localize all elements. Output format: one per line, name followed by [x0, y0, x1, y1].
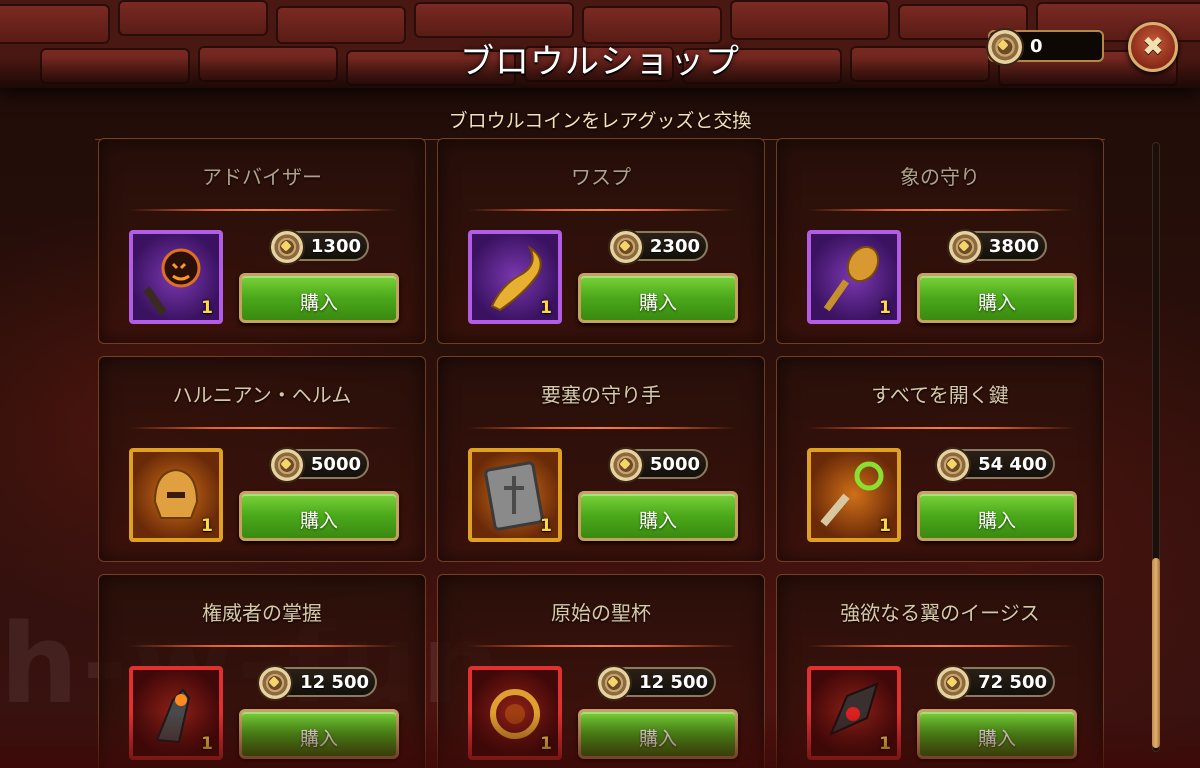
shop-item-card: 要塞の守り手 1 5000 購入: [437, 356, 765, 562]
buy-button[interactable]: 購入: [239, 273, 399, 323]
brawl-coin-icon: [935, 665, 971, 701]
price-amount: 1300: [310, 236, 361, 257]
coin-balance-value: 0: [1030, 36, 1043, 57]
item-name: ワスプ: [571, 165, 631, 189]
coin-balance: 0: [986, 28, 1104, 66]
price-amount: 12 500: [639, 672, 708, 693]
shop-item-card: 強欲なる翼のイージス 1 72 500 購入: [776, 574, 1104, 768]
shop-item-card: アドバイザー 1 1300 購入: [98, 138, 426, 344]
price-amount: 3800: [988, 236, 1039, 257]
item-price: 72 500: [935, 665, 1055, 701]
shop-subtitle: ブロウルコインをレアグッズと交換: [448, 110, 752, 132]
buy-button[interactable]: 購入: [917, 709, 1077, 759]
item-name: アドバイザー: [202, 165, 322, 189]
close-button[interactable]: ✖: [1128, 22, 1178, 72]
buy-button-label: 購入: [638, 292, 677, 314]
item-name: 権威者の掌握: [202, 601, 322, 625]
brawl-coin-icon: [608, 229, 644, 265]
shop-item-card: 原始の聖杯 1 12 500 購入: [437, 574, 765, 768]
buy-button-label: 購入: [638, 728, 677, 750]
item-name: すべてを開く鍵: [871, 383, 1009, 407]
greedy-wing-aegis-item-icon[interactable]: 1: [807, 666, 901, 760]
wasp-item-icon[interactable]: 1: [468, 230, 562, 324]
item-quantity: 1: [879, 734, 891, 754]
item-name: 象の守り: [900, 165, 980, 189]
buy-button[interactable]: 購入: [578, 273, 738, 323]
divider: [468, 209, 736, 211]
shop-item-card: すべてを開く鍵 1 54 400 購入: [776, 356, 1104, 562]
master-key-item-icon[interactable]: 1: [807, 448, 901, 542]
helm-item-icon[interactable]: 1: [129, 448, 223, 542]
advisor-item-icon[interactable]: 1: [129, 230, 223, 324]
item-name: 原始の聖杯: [551, 601, 651, 625]
buy-button[interactable]: 購入: [239, 709, 399, 759]
price-amount: 54 400: [978, 454, 1047, 475]
divider: [807, 427, 1075, 429]
price-amount: 5000: [310, 454, 361, 475]
price-amount: 5000: [649, 454, 700, 475]
buy-button[interactable]: 購入: [239, 491, 399, 541]
shop-item-card: 象の守り 1 3800 購入: [776, 138, 1104, 344]
item-price: 5000: [608, 447, 708, 483]
buy-button[interactable]: 購入: [917, 491, 1077, 541]
brawl-coin-icon: [986, 28, 1024, 66]
elephant-guard-item-icon[interactable]: 1: [807, 230, 901, 324]
buy-button-label: 購入: [638, 510, 677, 532]
item-name: 強欲なる翼のイージス: [840, 601, 1040, 625]
item-price: 3800: [947, 229, 1047, 265]
item-name: 要塞の守り手: [541, 383, 661, 407]
buy-button-label: 購入: [299, 510, 338, 532]
item-quantity: 1: [879, 298, 891, 318]
scrollbar-thumb[interactable]: [1152, 558, 1160, 748]
divider: [468, 645, 736, 647]
item-quantity: 1: [201, 734, 213, 754]
divider: [129, 209, 397, 211]
buy-button-label: 購入: [977, 728, 1016, 750]
buy-button[interactable]: 購入: [578, 491, 738, 541]
brawl-coin-icon: [608, 447, 644, 483]
item-price: 2300: [608, 229, 708, 265]
divider: [468, 427, 736, 429]
item-quantity: 1: [540, 298, 552, 318]
shop-item-card: ワスプ 1 2300 購入: [437, 138, 765, 344]
divider: [129, 427, 397, 429]
shop-item-card: 権威者の掌握 1 12 500 購入: [98, 574, 426, 768]
item-name: ハルニアン・ヘルム: [172, 383, 352, 407]
brawl-coin-icon: [269, 229, 305, 265]
item-price: 1300: [269, 229, 369, 265]
item-price: 12 500: [257, 665, 377, 701]
fortress-keeper-item-icon[interactable]: 1: [468, 448, 562, 542]
price-amount: 72 500: [978, 672, 1047, 693]
item-price: 54 400: [935, 447, 1055, 483]
item-quantity: 1: [879, 516, 891, 536]
buy-button[interactable]: 購入: [917, 273, 1077, 323]
primal-grail-item-icon[interactable]: 1: [468, 666, 562, 760]
buy-button-label: 購入: [977, 292, 1016, 314]
close-icon: ✖: [1142, 32, 1164, 62]
buy-button-label: 購入: [977, 510, 1016, 532]
brawl-coin-icon: [269, 447, 305, 483]
brawl-coin-icon: [596, 665, 632, 701]
item-quantity: 1: [201, 298, 213, 318]
price-amount: 2300: [649, 236, 700, 257]
authority-grasp-item-icon[interactable]: 1: [129, 666, 223, 760]
item-price: 5000: [269, 447, 369, 483]
item-quantity: 1: [540, 734, 552, 754]
brawl-coin-icon: [947, 229, 983, 265]
divider: [129, 645, 397, 647]
buy-button-label: 購入: [299, 728, 338, 750]
item-quantity: 1: [540, 516, 552, 536]
buy-button-label: 購入: [299, 292, 338, 314]
price-amount: 12 500: [300, 672, 369, 693]
shop-item-grid[interactable]: アドバイザー 1 1300 購入 ワスプ 1 2300 購入 象の守り 1 38…: [98, 138, 1104, 768]
item-quantity: 1: [201, 516, 213, 536]
buy-button[interactable]: 購入: [578, 709, 738, 759]
item-price: 12 500: [596, 665, 716, 701]
divider: [807, 645, 1075, 647]
shop-item-card: ハルニアン・ヘルム 1 5000 購入: [98, 356, 426, 562]
brawl-coin-icon: [257, 665, 293, 701]
brawl-coin-icon: [935, 447, 971, 483]
divider: [807, 209, 1075, 211]
